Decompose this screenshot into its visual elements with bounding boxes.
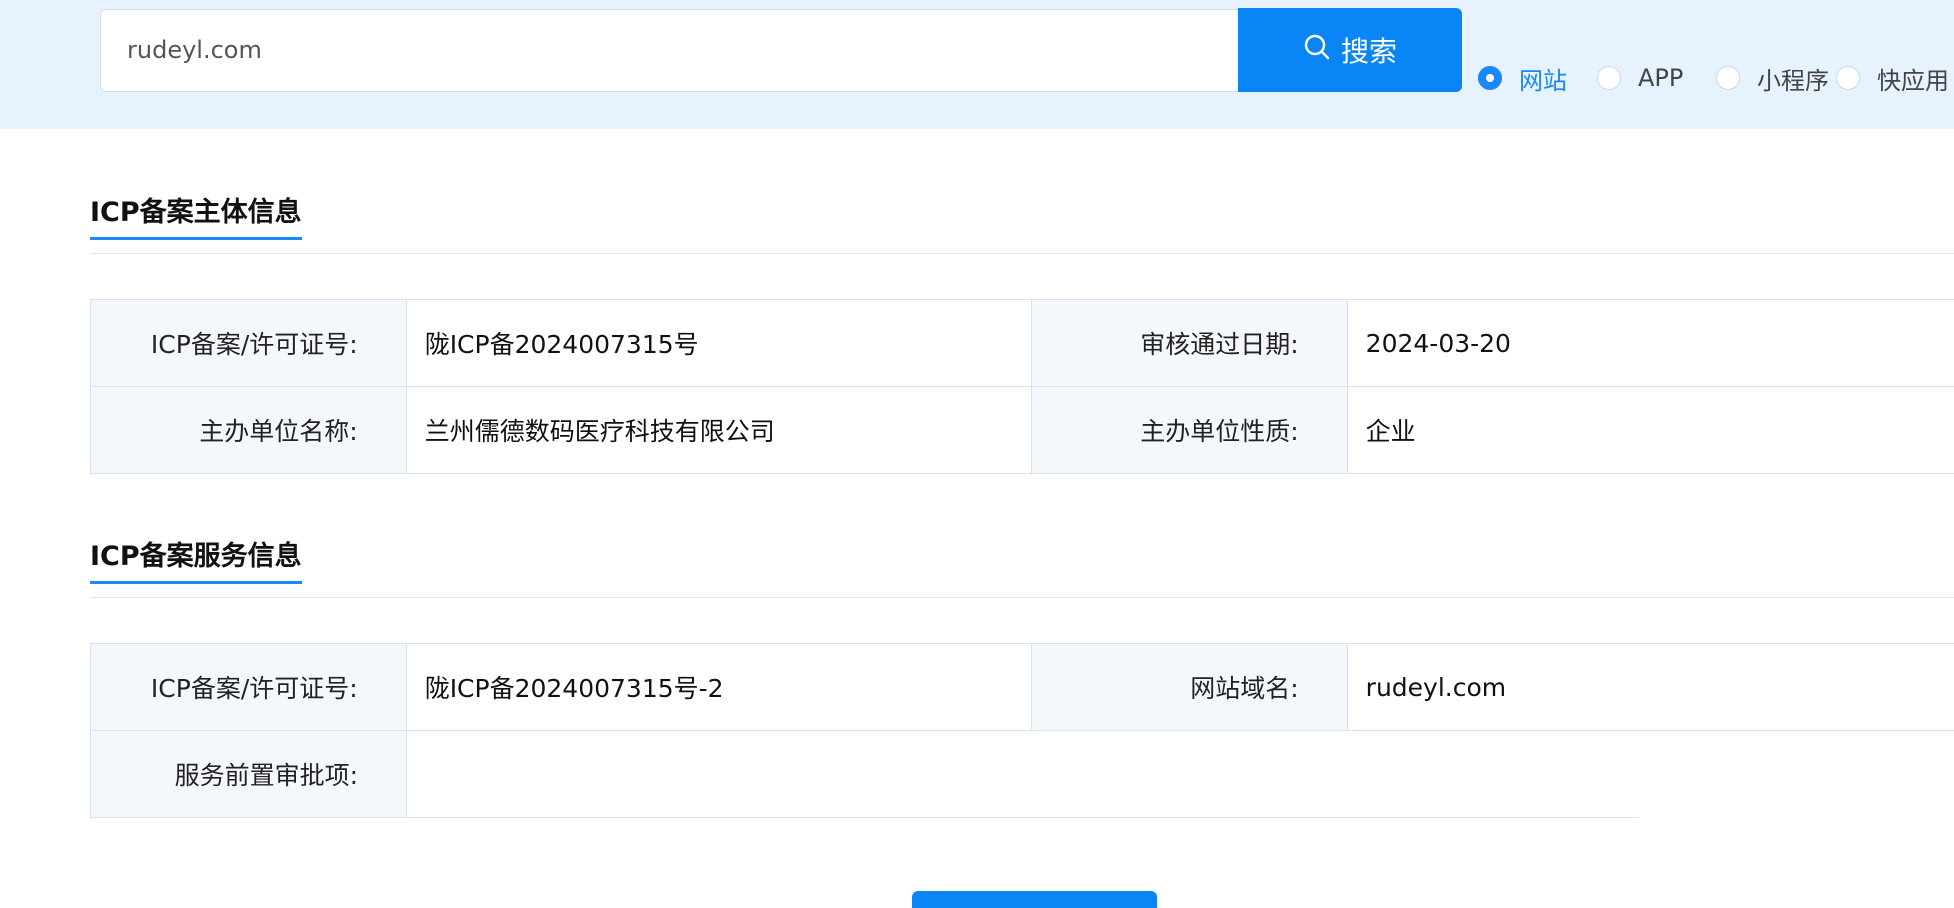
filter-quickapp-label: 快应用: [1877, 66, 1949, 95]
search-band: rudeyl.com 搜索 网站 APP 小程序 快应用: [0, 0, 1954, 129]
organizer-type-value: 企业: [1347, 387, 1954, 474]
section-divider: [90, 597, 1954, 598]
table-row: 主办单位名称: 兰州儒德数码医疗科技有限公司 主办单位性质: 企业: [91, 387, 1954, 474]
license-number-label: ICP备案/许可证号:: [91, 300, 407, 387]
pre-approval-label: 服务前置审批项:: [91, 731, 407, 818]
subject-info-table: ICP备案/许可证号: 陇ICP备2024007315号 审核通过日期: 202…: [90, 299, 1954, 474]
search-button-label: 搜索: [1340, 35, 1397, 68]
organizer-type-label: 主办单位性质:: [1031, 387, 1348, 474]
table-row: 服务前置审批项:: [91, 731, 1954, 818]
filter-miniprogram-radio[interactable]: 小程序: [1716, 60, 1829, 96]
filter-app-label: APP: [1638, 64, 1684, 92]
approval-date-label: 审核通过日期:: [1031, 300, 1348, 387]
organizer-name-label: 主办单位名称:: [91, 387, 407, 474]
service-info-table: ICP备案/许可证号: 陇ICP备2024007315号-2 网站域名: rud…: [90, 643, 1954, 818]
filter-app-radio[interactable]: APP: [1597, 60, 1683, 96]
service-section-title: ICP备案服务信息: [90, 534, 302, 584]
radio-checked-icon: [1478, 66, 1502, 90]
approval-date-value: 2024-03-20: [1347, 300, 1954, 387]
filter-quickapp-radio[interactable]: 快应用: [1836, 60, 1949, 96]
section-divider: [90, 253, 1954, 254]
organizer-name-value: 兰州儒德数码医疗科技有限公司: [406, 387, 1032, 474]
table-row: ICP备案/许可证号: 陇ICP备2024007315号 审核通过日期: 202…: [91, 300, 1954, 387]
search-icon: [1303, 33, 1331, 68]
website-domain-value: rudeyl.com: [1347, 644, 1954, 731]
search-input[interactable]: rudeyl.com: [100, 9, 1240, 92]
service-license-number-value: 陇ICP备2024007315号-2: [406, 644, 1032, 731]
license-number-value: 陇ICP备2024007315号: [406, 300, 1032, 387]
bottom-action-button[interactable]: [912, 891, 1157, 908]
table-row: ICP备案/许可证号: 陇ICP备2024007315号-2 网站域名: rud…: [91, 644, 1954, 731]
search-button[interactable]: 搜索: [1238, 8, 1462, 92]
website-domain-label: 网站域名:: [1031, 644, 1348, 731]
radio-unchecked-icon: [1597, 66, 1621, 90]
filter-website-label: 网站: [1519, 66, 1567, 95]
filter-website-radio[interactable]: 网站: [1478, 60, 1567, 96]
pre-approval-value: [407, 731, 1639, 818]
service-license-number-label: ICP备案/许可证号:: [91, 644, 407, 731]
filter-miniprogram-label: 小程序: [1757, 66, 1829, 95]
radio-unchecked-icon: [1716, 66, 1740, 90]
subject-section-title: ICP备案主体信息: [90, 190, 302, 240]
radio-unchecked-icon: [1836, 66, 1860, 90]
